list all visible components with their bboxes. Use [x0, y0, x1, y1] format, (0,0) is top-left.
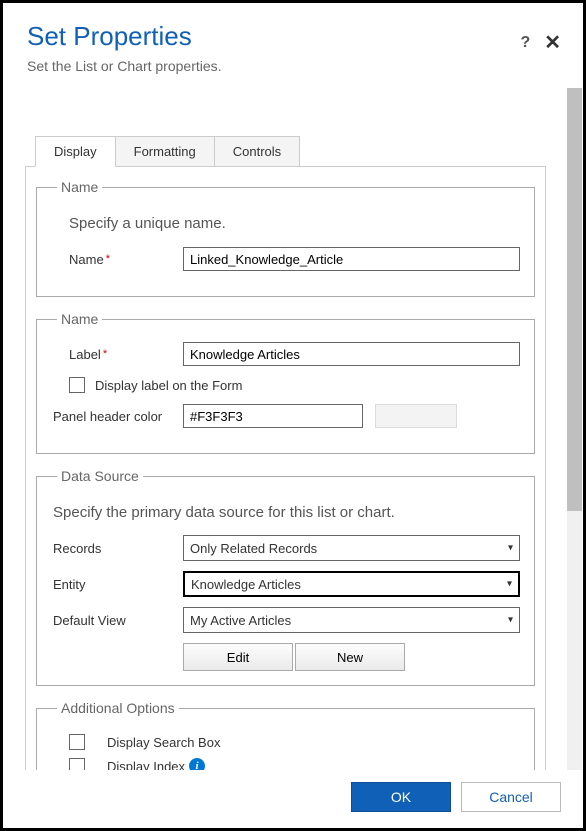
content-area: Display Formatting Controls Name Specify… — [3, 88, 583, 770]
label-input[interactable] — [183, 342, 520, 366]
dialog-header: Set Properties Set the List or Chart pro… — [3, 3, 583, 88]
ok-button[interactable]: OK — [351, 782, 451, 812]
dialog-title: Set Properties — [27, 21, 559, 52]
records-label: Records — [51, 541, 183, 556]
chevron-down-icon: ▾ — [508, 543, 513, 554]
group-additional-legend: Additional Options — [57, 700, 179, 716]
default-view-select[interactable]: My Active Articles ▾ — [183, 607, 520, 633]
group-name-legend: Name — [57, 179, 102, 195]
name-label: Name* — [51, 252, 183, 267]
group-data-source: Data Source Specify the primary data sou… — [36, 468, 535, 686]
records-select[interactable]: Only Related Records ▾ — [183, 535, 520, 561]
dialog-footer: OK Cancel — [3, 770, 583, 828]
edit-button[interactable]: Edit — [183, 643, 293, 671]
color-swatch[interactable] — [375, 404, 457, 428]
dialog-subtitle: Set the List or Chart properties. — [27, 58, 559, 74]
chevron-down-icon: ▾ — [508, 615, 513, 626]
tab-formatting[interactable]: Formatting — [115, 136, 215, 167]
group-additional-options: Additional Options Display Search Box Di… — [36, 700, 535, 770]
group-name-hint: Specify a unique name. — [69, 215, 520, 232]
group-name: Name Specify a unique name. Name* — [36, 179, 535, 297]
group-label-legend: Name — [57, 311, 102, 327]
required-asterisk: * — [106, 253, 110, 265]
scrollbar-thumb[interactable] — [567, 88, 582, 511]
tab-panel-display: Name Specify a unique name. Name* Name L… — [25, 166, 546, 770]
name-input[interactable] — [183, 247, 520, 271]
chevron-down-icon: ▾ — [507, 579, 512, 590]
tab-strip: Display Formatting Controls — [35, 136, 561, 167]
dialog-window: Set Properties Set the List or Chart pro… — [0, 0, 586, 831]
display-index-label: Display Index — [107, 759, 185, 771]
data-source-hint: Specify the primary data source for this… — [53, 504, 520, 521]
tab-controls[interactable]: Controls — [214, 136, 300, 167]
help-icon[interactable]: ? — [520, 34, 530, 52]
label-label: Label* — [51, 347, 183, 362]
default-view-label: Default View — [51, 613, 183, 628]
required-asterisk: * — [103, 348, 107, 360]
display-search-box-checkbox[interactable] — [69, 734, 85, 750]
group-data-source-legend: Data Source — [57, 468, 143, 484]
display-label-text: Display label on the Form — [95, 378, 242, 393]
group-label: Name Label* Display label on the Form Pa… — [36, 311, 535, 454]
info-icon[interactable]: i — [189, 758, 205, 770]
display-label-checkbox[interactable] — [69, 377, 85, 393]
cancel-button[interactable]: Cancel — [461, 782, 561, 812]
entity-select[interactable]: Knowledge Articles ▾ — [183, 571, 520, 597]
display-search-box-label: Display Search Box — [107, 735, 220, 750]
close-icon[interactable]: ✕ — [544, 33, 561, 53]
entity-label: Entity — [51, 577, 183, 592]
new-button[interactable]: New — [295, 643, 405, 671]
panel-header-color-input[interactable] — [183, 404, 363, 428]
tab-display[interactable]: Display — [35, 136, 116, 167]
header-icons: ? ✕ — [520, 33, 561, 53]
display-index-checkbox[interactable] — [69, 758, 85, 770]
panel-header-color-label: Panel header color — [51, 409, 183, 424]
